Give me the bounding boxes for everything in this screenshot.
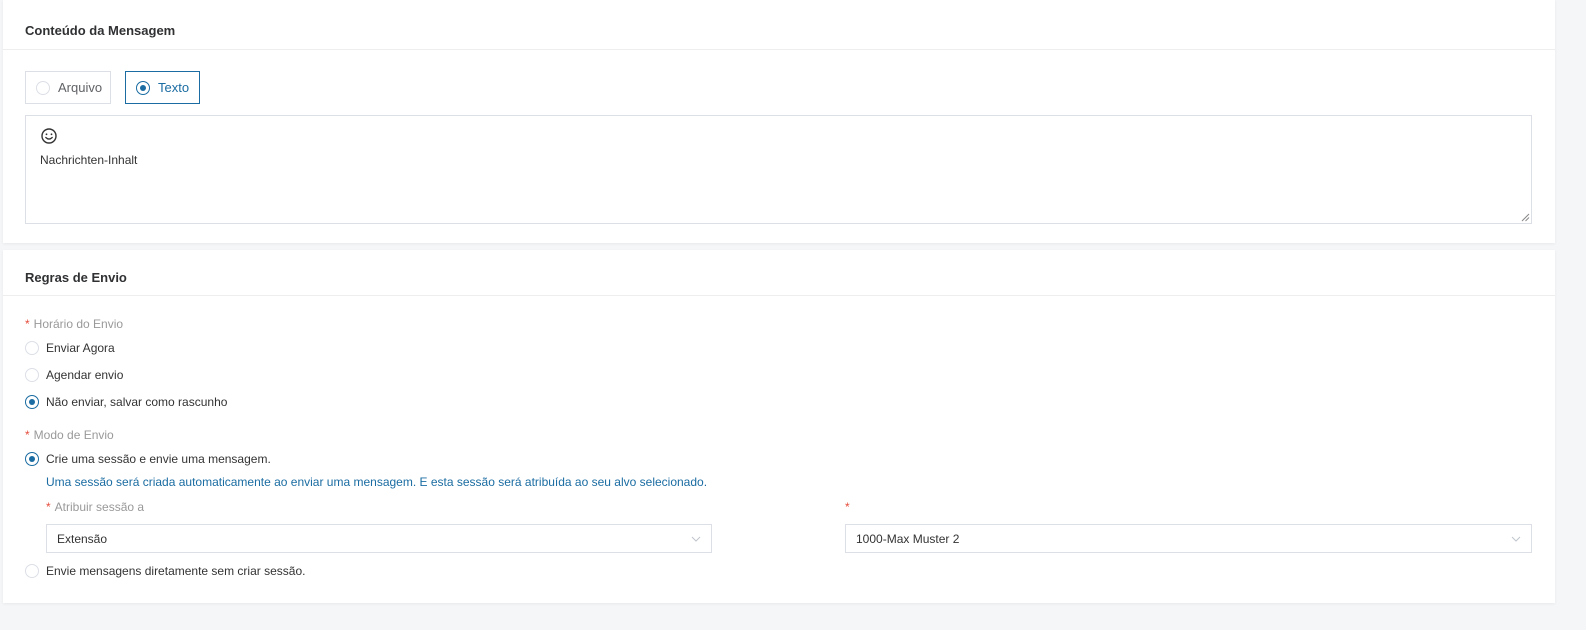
radio-icon[interactable] (25, 368, 39, 382)
radio-icon[interactable] (25, 452, 39, 466)
send-mode-option-direct[interactable]: Envie mensagens diretamente sem criar se… (25, 564, 305, 578)
type-option-text[interactable]: Texto (125, 71, 200, 104)
send-time-option-draft-label: Não enviar, salvar como rascunho (46, 395, 228, 409)
radio-icon[interactable] (25, 395, 39, 409)
radio-icon[interactable] (36, 80, 50, 95)
target-select[interactable]: 1000-Max Muster 2 (845, 524, 1532, 553)
send-time-option-now-label: Enviar Agora (46, 341, 115, 355)
assign-session-select[interactable]: Extensão (46, 524, 712, 553)
required-mark: * (25, 317, 30, 331)
resize-handle-icon[interactable] (1521, 213, 1530, 222)
radio-icon[interactable] (25, 564, 39, 578)
send-time-label-text: Horário do Envio (33, 317, 124, 331)
radio-icon[interactable] (136, 80, 150, 95)
type-option-file-label: Arquivo (58, 80, 103, 95)
chevron-down-icon[interactable] (691, 534, 701, 544)
required-mark: * (845, 500, 850, 514)
message-editor[interactable]: Nachrichten-Inhalt (25, 115, 1532, 224)
message-content-card: Conteúdo da Mensagem Arquivo Texto Nachr… (3, 0, 1555, 243)
send-mode-option-session-label: Crie uma sessão e envie uma mensagem. (46, 452, 271, 466)
assign-session-label: * Atribuir sessão a (46, 500, 144, 514)
message-content-header: Conteúdo da Mensagem (3, 0, 1555, 50)
send-time-option-draft[interactable]: Não enviar, salvar como rascunho (25, 395, 227, 409)
target-value: 1000-Max Muster 2 (856, 531, 960, 546)
send-mode-option-session[interactable]: Crie uma sessão e envie uma mensagem. (25, 452, 271, 466)
send-time-option-schedule[interactable]: Agendar envio (25, 368, 123, 382)
assign-session-value: Extensão (57, 531, 108, 546)
message-content-title: Conteúdo da Mensagem (25, 23, 176, 38)
required-mark: * (25, 428, 30, 442)
radio-icon[interactable] (25, 341, 39, 355)
send-time-option-now[interactable]: Enviar Agora (25, 341, 115, 355)
session-hint: Uma sessão será criada automaticamente a… (46, 475, 708, 489)
send-time-option-schedule-label: Agendar envio (46, 368, 124, 382)
send-mode-option-direct-label: Envie mensagens diretamente sem criar se… (46, 564, 306, 578)
required-mark: * (46, 500, 51, 514)
chevron-down-icon[interactable] (1511, 534, 1521, 544)
sending-rules-header: Regras de Envio (3, 250, 1555, 296)
sending-rules-title: Regras de Envio (25, 270, 127, 285)
smiley-icon[interactable] (40, 127, 58, 145)
type-option-file[interactable]: Arquivo (25, 71, 111, 104)
assign-session-label-text: Atribuir sessão a (54, 500, 145, 514)
type-option-text-label: Texto (158, 80, 190, 95)
target-label: * (845, 500, 854, 514)
send-mode-label-text: Modo de Envio (33, 428, 114, 442)
send-mode-label: * Modo de Envio (25, 428, 114, 442)
send-time-label: * Horário do Envio (25, 317, 123, 331)
sending-rules-card: Regras de Envio * Horário do Envio Enviar… (3, 250, 1555, 603)
message-body-text[interactable]: Nachrichten-Inhalt (40, 153, 137, 167)
